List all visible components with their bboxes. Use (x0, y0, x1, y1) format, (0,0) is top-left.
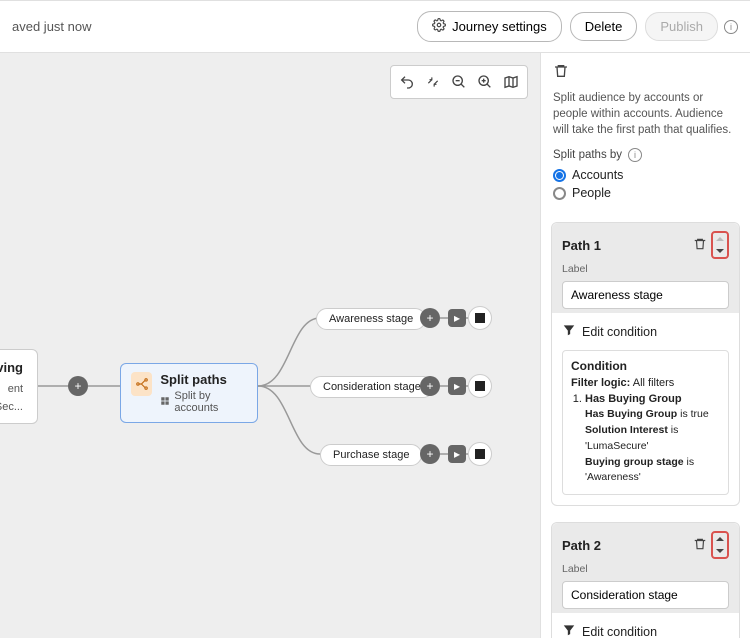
add-step-button[interactable]: + (68, 376, 88, 396)
edit-condition-path-1[interactable]: Edit condition (552, 313, 739, 350)
panel-description: Split audience by accounts or people wit… (541, 82, 750, 148)
zoom-in-button[interactable] (473, 70, 497, 94)
source-node[interactable]: ving ent umaSec... (0, 349, 38, 424)
next-step-consideration[interactable]: ▸ (448, 377, 466, 395)
reorder-path-1 (711, 231, 729, 259)
edit-condition-path-2[interactable]: Edit condition (552, 613, 739, 638)
path-1-label-input[interactable] (562, 281, 729, 309)
branch-consideration[interactable]: Consideration stage (310, 376, 434, 398)
move-down-path-1[interactable] (713, 245, 727, 257)
end-node-purchase[interactable] (468, 442, 492, 466)
end-node-awareness[interactable] (468, 306, 492, 330)
info-icon[interactable]: i (724, 20, 738, 34)
radio-dot-unchecked (553, 187, 566, 200)
radio-accounts[interactable]: Accounts (553, 168, 738, 182)
path-1-sublabel: Label (562, 263, 729, 275)
source-sub1: ent (0, 383, 23, 395)
filter-logic: Filter logic: All filters (571, 377, 720, 389)
fit-icon[interactable] (421, 70, 445, 94)
end-node-consideration[interactable] (468, 374, 492, 398)
filter-logic-label: Filter logic: (571, 377, 630, 389)
journey-settings-button[interactable]: Journey settings (417, 11, 562, 42)
split-node-subtitle: Split by accounts (160, 390, 247, 414)
path-2-label-input[interactable] (562, 581, 729, 609)
journey-settings-label: Journey settings (452, 19, 547, 34)
add-step-purchase[interactable]: + (420, 444, 440, 464)
journey-canvas[interactable]: ving ent umaSec... + Split paths Split b… (0, 53, 540, 638)
next-step-awareness[interactable]: ▸ (448, 309, 466, 327)
delete-node-icon[interactable] (553, 63, 569, 82)
edit-condition-label: Edit condition (582, 325, 657, 339)
canvas-toolbar (390, 65, 528, 99)
move-down-path-2[interactable] (713, 545, 727, 557)
cond-1b: Solution Interest is 'LumaSecure' (585, 423, 720, 455)
topbar: aved just now Journey settings Delete Pu… (0, 1, 750, 53)
condition-heading: Condition (571, 359, 720, 373)
filter-icon (562, 623, 576, 638)
properties-panel: Split audience by accounts or people wit… (540, 53, 750, 638)
filter-icon (562, 323, 576, 340)
delete-path-1-icon[interactable] (693, 237, 707, 254)
undo-button[interactable] (395, 70, 419, 94)
radio-accounts-label: Accounts (572, 168, 623, 182)
delete-label: Delete (585, 19, 623, 34)
add-step-awareness[interactable]: + (420, 308, 440, 328)
path-2-sublabel: Label (562, 563, 729, 575)
split-by-label-text: Split paths by (553, 149, 622, 161)
split-paths-node[interactable]: Split paths Split by accounts (120, 363, 258, 423)
cond-1-title: Has Buying Group (585, 393, 682, 405)
info-icon[interactable]: i (628, 148, 642, 162)
delete-button[interactable]: Delete (570, 12, 638, 41)
cond-1a: Has Buying Group is true (585, 407, 720, 423)
branch-purchase[interactable]: Purchase stage (320, 444, 422, 466)
source-sub2: umaSec... (0, 401, 23, 413)
path-1-title: Path 1 (562, 238, 693, 253)
map-icon[interactable] (499, 70, 523, 94)
publish-button: Publish (645, 12, 718, 41)
edit-condition-label: Edit condition (582, 625, 657, 638)
move-up-path-2[interactable] (713, 533, 727, 545)
move-up-path-1[interactable] (713, 233, 727, 245)
path-1-block: Path 1 Label Edit condit (551, 222, 740, 506)
zoom-out-button[interactable] (447, 70, 471, 94)
add-step-consideration[interactable]: + (420, 376, 440, 396)
path-2-title: Path 2 (562, 538, 693, 553)
split-node-subtitle-text: Split by accounts (174, 390, 247, 414)
condition-card-path-1: Condition Filter logic: All filters Has … (562, 350, 729, 495)
publish-label: Publish (660, 19, 703, 34)
radio-people-label: People (572, 186, 611, 200)
delete-path-2-icon[interactable] (693, 537, 707, 554)
path-2-block: Path 2 Label Edit condit (551, 522, 740, 638)
reorder-path-2 (711, 531, 729, 559)
gear-icon (432, 18, 446, 35)
split-by-label: Split paths by i (553, 148, 738, 162)
filter-logic-value: All filters (633, 377, 675, 389)
radio-people[interactable]: People (553, 186, 738, 200)
accounts-icon (160, 396, 170, 409)
cond-1c: Buying group stage is 'Awareness' (585, 455, 720, 487)
next-step-purchase[interactable]: ▸ (448, 445, 466, 463)
split-node-title: Split paths (160, 372, 247, 387)
branch-awareness[interactable]: Awareness stage (316, 308, 426, 330)
save-status: aved just now (12, 19, 92, 34)
source-title: ving (0, 360, 23, 375)
radio-dot-checked (553, 169, 566, 182)
split-icon (131, 372, 152, 396)
